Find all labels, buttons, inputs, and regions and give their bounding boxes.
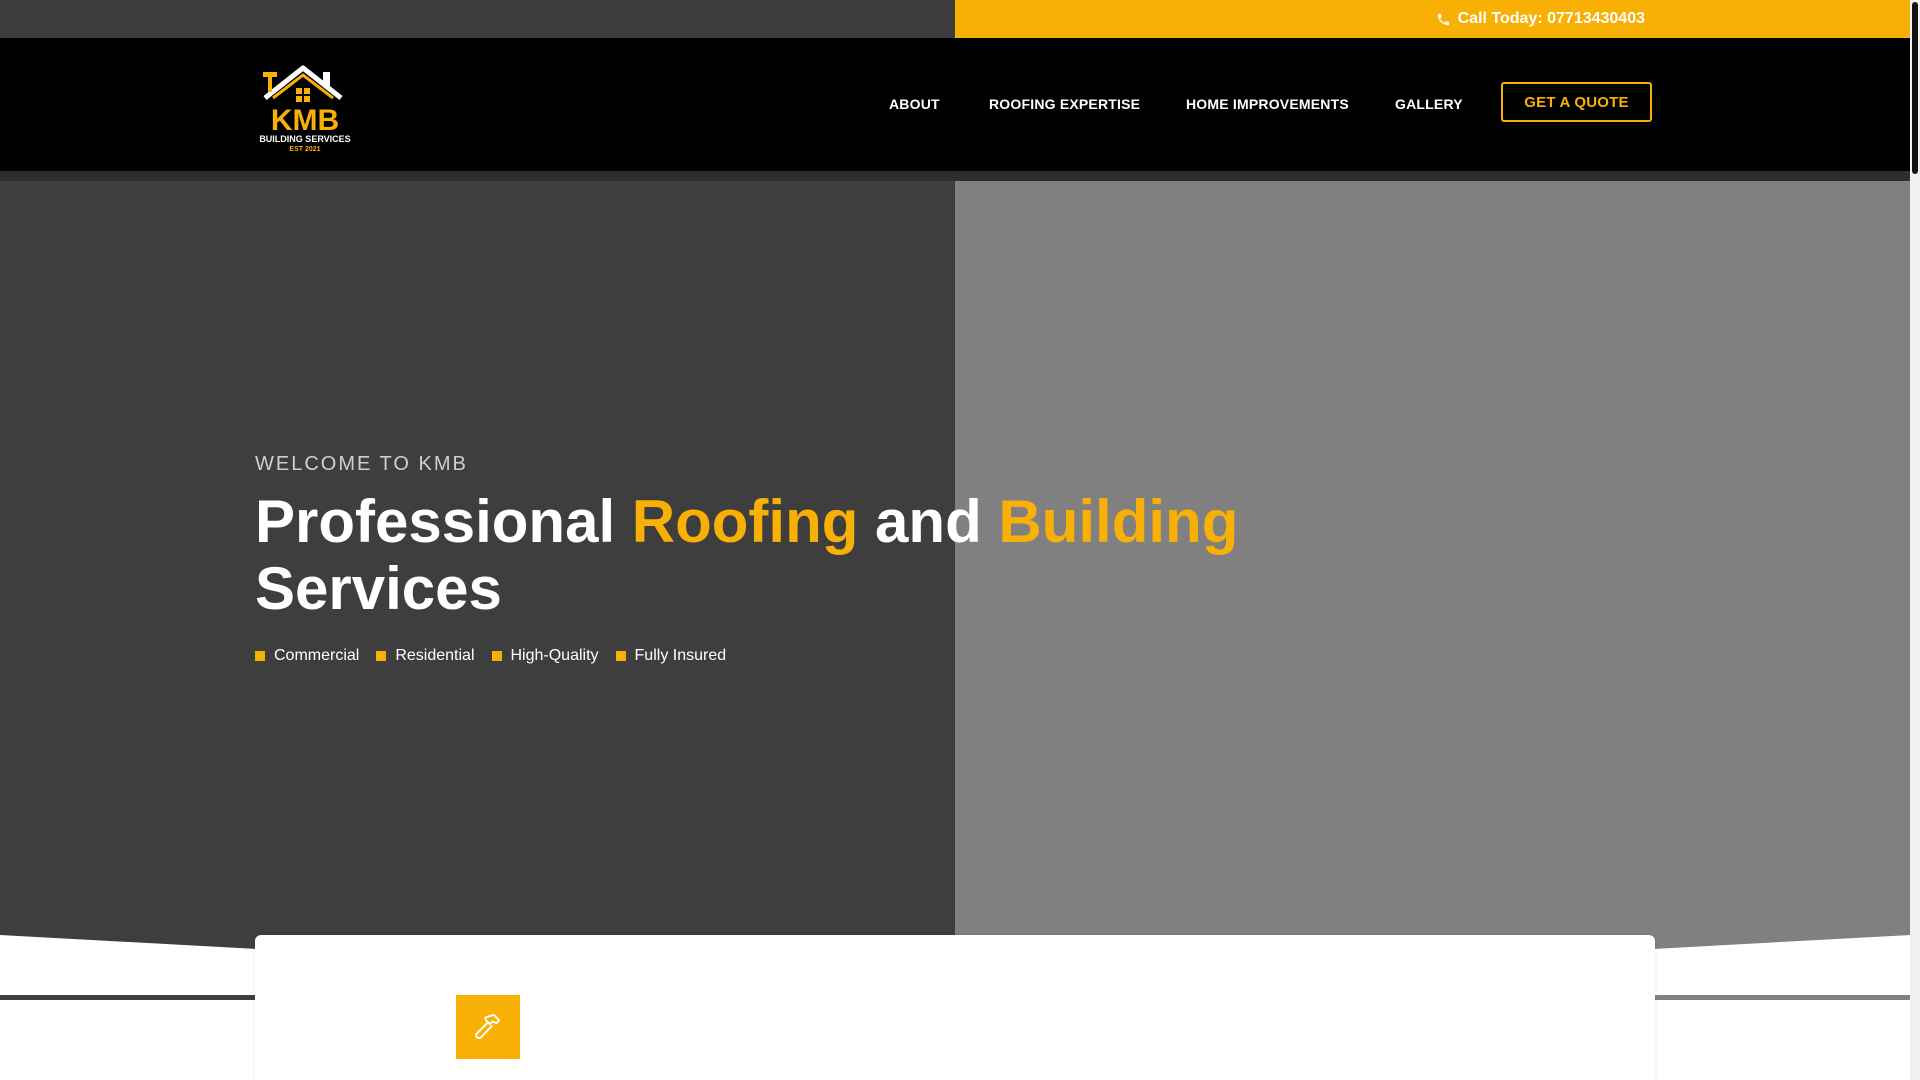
top-bar: Call Today: 07713430403 [0, 0, 1910, 38]
headline-part-2: and [858, 488, 999, 555]
hammer-icon [475, 1013, 501, 1039]
feature-label: Commercial [274, 647, 360, 664]
headline-roofing: Roofing [631, 488, 859, 555]
header-shadow [0, 171, 1910, 181]
site-header: KMB BUILDING SERVICES EST 2021 ABOUT ROO… [0, 38, 1910, 171]
feature-high-quality: High-Quality [491, 647, 599, 665]
feature-fully-insured: Fully Insured [615, 647, 727, 665]
get-a-quote-button[interactable]: GET A QUOTE [1501, 82, 1652, 122]
hero-eyebrow: WELCOME TO KMB [255, 453, 468, 475]
hero-section: WELCOME TO KMB Professional Roofing and … [0, 181, 1910, 1000]
nav-gallery[interactable]: GALLERY [1395, 38, 1463, 171]
feature-residential: Residential [376, 647, 475, 665]
hero-feature-list: Commercial Residential High-Quality Full… [255, 647, 1355, 665]
top-bar-accent-half: Call Today: 07713430403 [955, 0, 1910, 38]
phone-icon [1436, 12, 1451, 27]
page: Call Today: 07713430403 KMB BUILDING SER… [0, 0, 1910, 1080]
headline-services: Services [255, 555, 502, 622]
headline-part-1: Professional [255, 488, 632, 555]
feature-label: Fully Insured [634, 647, 727, 664]
feature-label: High-Quality [510, 647, 599, 664]
call-today-text: Call Today: 07713430403 [1457, 10, 1645, 27]
hero-content: WELCOME TO KMB Professional Roofing and … [255, 453, 1355, 665]
square-bullet-icon [491, 651, 502, 661]
nav-roofing-expertise[interactable]: ROOFING EXPERTISE [989, 38, 1140, 171]
page-scrollbar[interactable] [1910, 0, 1920, 1080]
scrollbar-thumb[interactable] [1912, 2, 1918, 174]
nav-about[interactable]: ABOUT [889, 38, 940, 171]
headline-building: Building [998, 488, 1239, 555]
hammer-icon-tile[interactable] [456, 995, 520, 1059]
feature-commercial: Commercial [255, 647, 359, 665]
square-bullet-icon [255, 651, 265, 661]
square-bullet-icon [615, 651, 626, 661]
feature-label: Residential [395, 647, 475, 664]
top-bar-dark-half [0, 0, 955, 38]
call-today-link[interactable]: Call Today: 07713430403 [1436, 0, 1645, 38]
square-bullet-icon [376, 651, 387, 661]
nav-home-improvements[interactable]: HOME IMPROVEMENTS [1186, 38, 1349, 171]
hero-headline: Professional Roofing and Building Service… [255, 488, 1355, 622]
